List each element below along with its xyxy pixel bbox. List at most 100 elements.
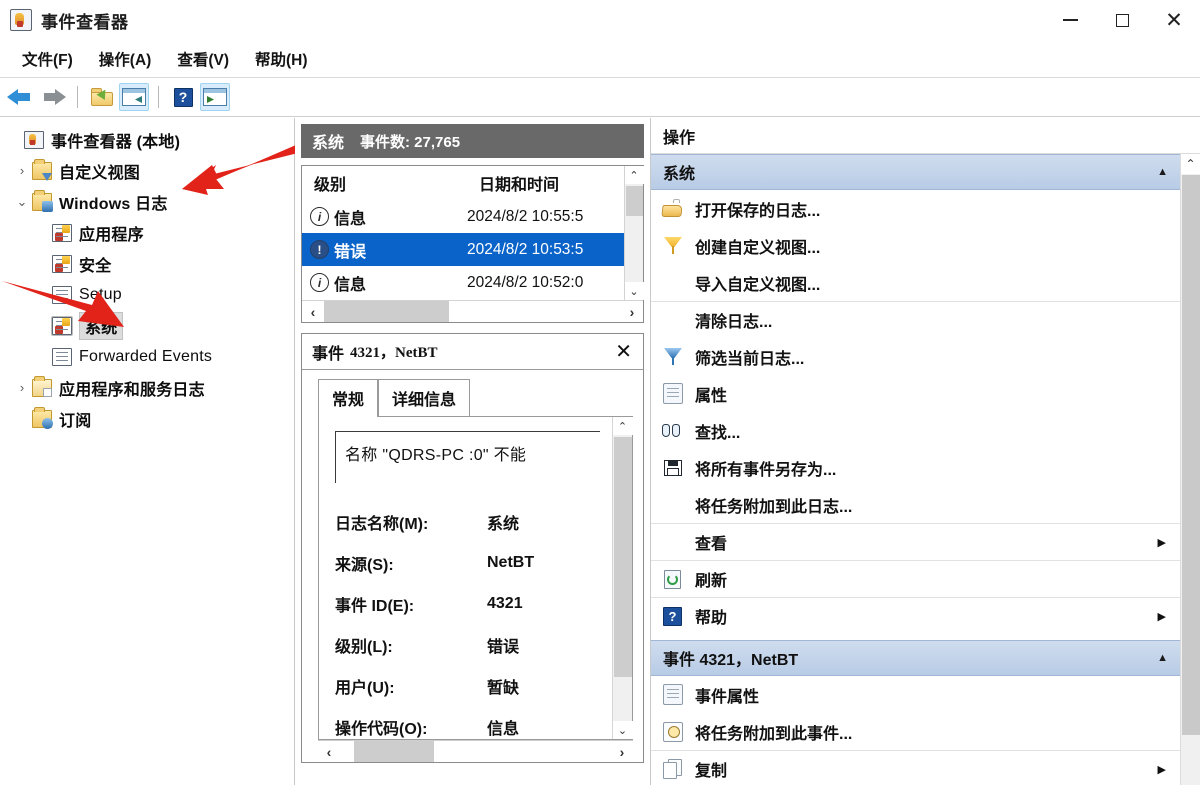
scroll-left-icon[interactable]: ‹ — [318, 744, 340, 760]
scroll-up-icon[interactable]: ⌃ — [612, 417, 633, 435]
action-label: 刷新 — [695, 573, 728, 590]
event-viewer-icon — [10, 9, 32, 31]
tree-node-custom-views[interactable]: › 自定义视图 — [0, 155, 294, 186]
action-save-all-events-as[interactable]: 将所有事件另存为... — [651, 449, 1180, 486]
actions-group-header-system[interactable]: 系统 ▲ — [651, 154, 1180, 190]
table-row[interactable]: ! 错误 2024/8/2 10:53:5 — [302, 233, 624, 266]
event-level-label: 信息 — [334, 276, 367, 294]
action-properties[interactable]: 属性 — [651, 375, 1180, 412]
toggle-tree-pane-button[interactable] — [119, 83, 149, 111]
toggle-action-pane-button[interactable] — [200, 83, 230, 111]
scrollbar-track[interactable] — [340, 741, 611, 762]
actions-vertical-scrollbar[interactable]: ⌃ — [1180, 154, 1200, 785]
close-icon[interactable]: ✕ — [612, 342, 635, 362]
forward-button[interactable] — [38, 83, 68, 111]
scroll-right-icon[interactable]: › — [621, 304, 643, 320]
scrollbar-thumb[interactable] — [613, 437, 632, 677]
twisty-custom-views[interactable]: › — [12, 164, 32, 177]
close-button[interactable]: ✕ — [1148, 0, 1200, 40]
help-button[interactable]: ? — [168, 83, 198, 111]
action-find[interactable]: 查找... — [651, 412, 1180, 449]
tree-label: Windows 日志 — [59, 195, 168, 213]
action-label: 查找... — [695, 424, 741, 442]
tree-label: Setup — [79, 285, 122, 303]
menu-file[interactable]: 文件(F) — [9, 45, 86, 73]
scrollbar-thumb[interactable] — [354, 741, 434, 762]
action-clear-log[interactable]: 清除日志... — [651, 301, 1180, 338]
table-row[interactable]: i 信息 2024/8/2 10:52:0 — [302, 266, 624, 299]
menu-action[interactable]: 操作(A) — [86, 45, 165, 73]
collapse-caret-icon[interactable]: ▲ — [1157, 166, 1168, 178]
tree-node-windows-logs[interactable]: ⌄ Windows 日志 — [0, 186, 294, 217]
tree-node-system[interactable]: 系统 — [0, 310, 294, 341]
scroll-down-icon[interactable]: ⌄ — [624, 282, 644, 300]
twisty-windows-logs[interactable]: ⌄ — [12, 195, 32, 208]
tree-label: 安全 — [79, 257, 112, 275]
chevron-right-icon: › — [19, 380, 25, 395]
tree-node-application[interactable]: 应用程序 — [0, 217, 294, 248]
tree-node-security[interactable]: 安全 — [0, 248, 294, 279]
scrollbar-thumb[interactable] — [1181, 175, 1200, 735]
tree-node-subscriptions[interactable]: 订阅 — [0, 403, 294, 434]
event-detail-vertical-scrollbar[interactable]: ⌃ ⌄ — [612, 417, 633, 739]
scrollbar-thumb[interactable] — [324, 301, 449, 322]
scroll-down-icon[interactable]: ⌄ — [612, 721, 633, 739]
action-help[interactable]: ? 帮助 ▶ — [651, 597, 1180, 634]
property-value: 暂缺 — [487, 679, 520, 697]
action-attach-task-to-log[interactable]: 将任务附加到此日志... — [651, 486, 1180, 523]
tree-node-applications-and-services-logs[interactable]: › 应用程序和服务日志 — [0, 372, 294, 403]
property-key: 事件 ID(E): — [335, 597, 415, 615]
action-filter-current-log[interactable]: 筛选当前日志... — [651, 338, 1180, 375]
scroll-up-icon[interactable]: ⌃ — [624, 166, 644, 184]
action-label: 属性 — [695, 387, 728, 405]
find-icon — [661, 420, 685, 441]
tab-details[interactable]: 详细信息 — [378, 379, 471, 417]
action-refresh[interactable]: 刷新 — [651, 560, 1180, 597]
event-detail-body: 名称 "QDRS-PC :0" 不能 日志名称(M): 系统 来源(S): Ne… — [318, 416, 633, 740]
action-attach-task-to-event[interactable]: 将任务附加到此事件... — [651, 713, 1180, 750]
action-create-custom-view[interactable]: 创建自定义视图... — [651, 227, 1180, 264]
tree-node-setup[interactable]: Setup — [0, 279, 294, 310]
event-list-vertical-scrollbar[interactable]: ⌃ ⌄ — [624, 166, 644, 300]
tab-general[interactable]: 常规 — [318, 379, 379, 417]
back-button[interactable] — [6, 83, 36, 111]
maximize-button[interactable] — [1096, 0, 1148, 40]
chevron-right-icon: › — [19, 163, 25, 178]
help-icon: ? — [173, 87, 193, 107]
column-header-level[interactable]: 级别 — [302, 171, 467, 195]
action-view[interactable]: 查看 ▶ — [651, 523, 1180, 560]
window-title: 事件查看器 — [41, 12, 129, 32]
scroll-left-icon[interactable]: ‹ — [302, 304, 324, 320]
table-row[interactable]: i 信息 2024/8/2 10:55:5 — [302, 200, 624, 233]
scrollbar-thumb[interactable] — [625, 186, 643, 216]
menu-help[interactable]: 帮助(H) — [242, 45, 321, 73]
actions-group-header-event[interactable]: 事件 4321，NetBT ▲ — [651, 640, 1180, 676]
log-app-icon — [52, 223, 72, 242]
log-name: 系统 — [312, 135, 345, 152]
collapse-caret-icon[interactable]: ▲ — [1157, 652, 1168, 664]
open-folder-button[interactable] — [87, 83, 117, 111]
event-properties-icon — [661, 684, 685, 705]
event-list-horizontal-scrollbar[interactable]: ‹ › — [302, 300, 643, 322]
scrollbar-track[interactable] — [324, 301, 621, 322]
action-event-properties[interactable]: 事件属性 — [651, 676, 1180, 713]
column-header-datetime[interactable]: 日期和时间 — [467, 171, 624, 195]
scroll-right-icon[interactable]: › — [611, 744, 633, 760]
log-header: 系统 事件数: 27,765 — [301, 124, 644, 158]
property-key: 级别(L): — [335, 638, 393, 656]
folder-view-icon — [32, 158, 52, 181]
action-label: 复制 — [695, 763, 728, 780]
property-key: 操作代码(O): — [335, 720, 428, 738]
action-copy[interactable]: 复制 ▶ — [651, 750, 1180, 785]
scroll-up-icon[interactable]: ⌃ — [1180, 154, 1200, 174]
action-import-custom-view[interactable]: 导入自定义视图... — [651, 264, 1180, 301]
twisty-app-svc[interactable]: › — [12, 381, 32, 394]
attach-task-icon — [661, 721, 685, 742]
tree-node-event-viewer-root[interactable]: 事件查看器 (本地) — [0, 124, 294, 155]
tree-node-forwarded-events[interactable]: Forwarded Events — [0, 341, 294, 372]
action-open-saved-log[interactable]: 打开保存的日志... — [651, 190, 1180, 227]
menu-view[interactable]: 查看(V) — [164, 45, 242, 73]
minimize-button[interactable] — [1044, 0, 1096, 40]
event-detail-horizontal-scrollbar[interactable]: ‹ › — [318, 740, 633, 762]
open-folder-icon — [91, 87, 113, 106]
